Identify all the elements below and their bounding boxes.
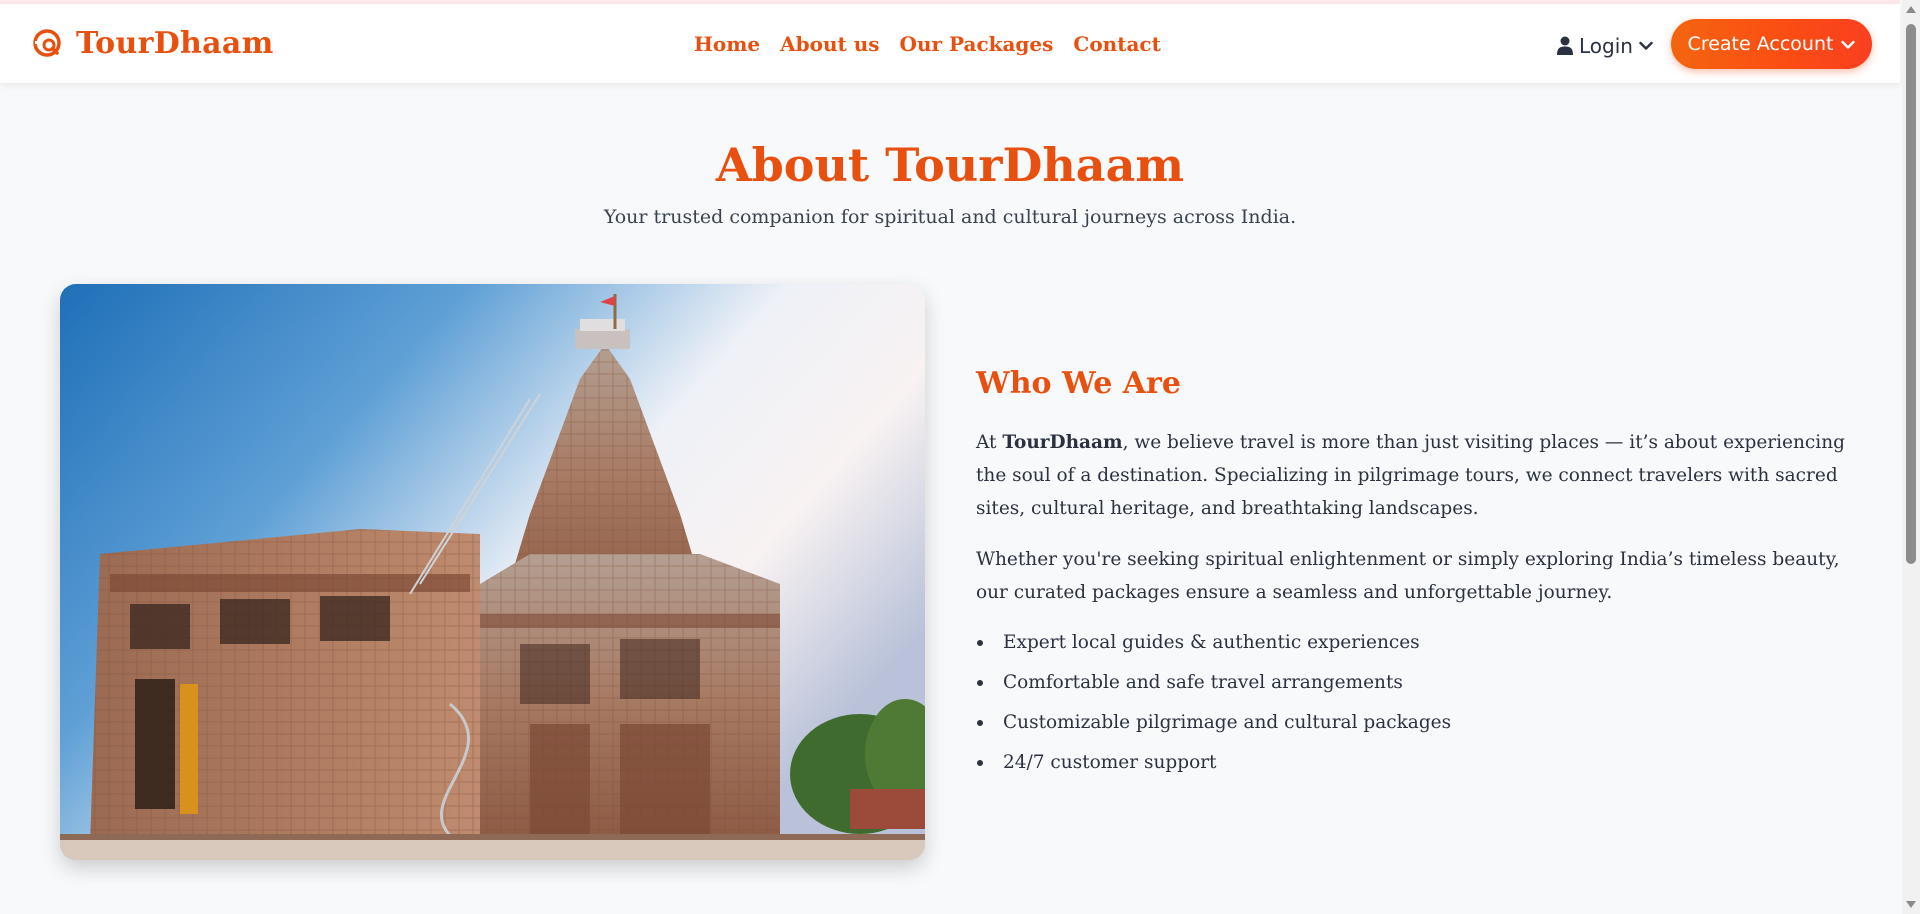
list-item: Expert local guides & authentic experien… <box>976 626 1451 666</box>
nav-about-link[interactable]: About us <box>780 32 879 56</box>
map-search-icon <box>32 27 66 61</box>
nav-packages-link[interactable]: Our Packages <box>900 32 1054 56</box>
scroll-down-arrow-icon[interactable] <box>1906 901 1916 908</box>
paragraph-prefix: At <box>976 432 1003 453</box>
brand-inline-name: TourDhaam <box>1002 432 1123 453</box>
brand-logo-link[interactable]: TourDhaam <box>32 26 274 61</box>
site-header: TourDhaam Home About us Our Packages Con… <box>0 4 1900 84</box>
page-subtitle: Your trusted companion for spiritual and… <box>603 206 1297 228</box>
main-nav: Home About us Our Packages Contact <box>694 32 1161 56</box>
chevron-down-icon <box>1639 41 1653 51</box>
create-account-button[interactable]: Create Account <box>1671 19 1872 69</box>
page-scrollbar[interactable] <box>1902 0 1920 914</box>
scroll-up-arrow-icon[interactable] <box>1906 6 1916 13</box>
list-item: 24/7 customer support <box>976 746 1451 786</box>
brand-name: TourDhaam <box>76 26 274 61</box>
about-paragraph-1: At TourDhaam, we believe travel is more … <box>976 426 1856 525</box>
nav-contact-link[interactable]: Contact <box>1073 32 1160 56</box>
section-heading-who-we-are: Who We Are <box>976 366 1181 401</box>
temple-photo <box>60 284 925 860</box>
list-item: Customizable pilgrimage and cultural pac… <box>976 706 1451 746</box>
scrollbar-thumb[interactable] <box>1906 24 1916 564</box>
nav-home-link[interactable]: Home <box>694 32 760 56</box>
chevron-down-icon <box>1841 33 1856 55</box>
login-label: Login <box>1579 34 1633 58</box>
page-title: About TourDhaam <box>715 138 1185 192</box>
list-item: Comfortable and safe travel arrangements <box>976 666 1451 706</box>
user-icon <box>1557 36 1573 56</box>
create-account-label: Create Account <box>1687 33 1834 55</box>
about-paragraph-2: Whether you're seeking spiritual enlight… <box>976 549 1840 603</box>
login-dropdown[interactable]: Login <box>1557 34 1653 58</box>
feature-list: Expert local guides & authentic experien… <box>976 626 1451 786</box>
